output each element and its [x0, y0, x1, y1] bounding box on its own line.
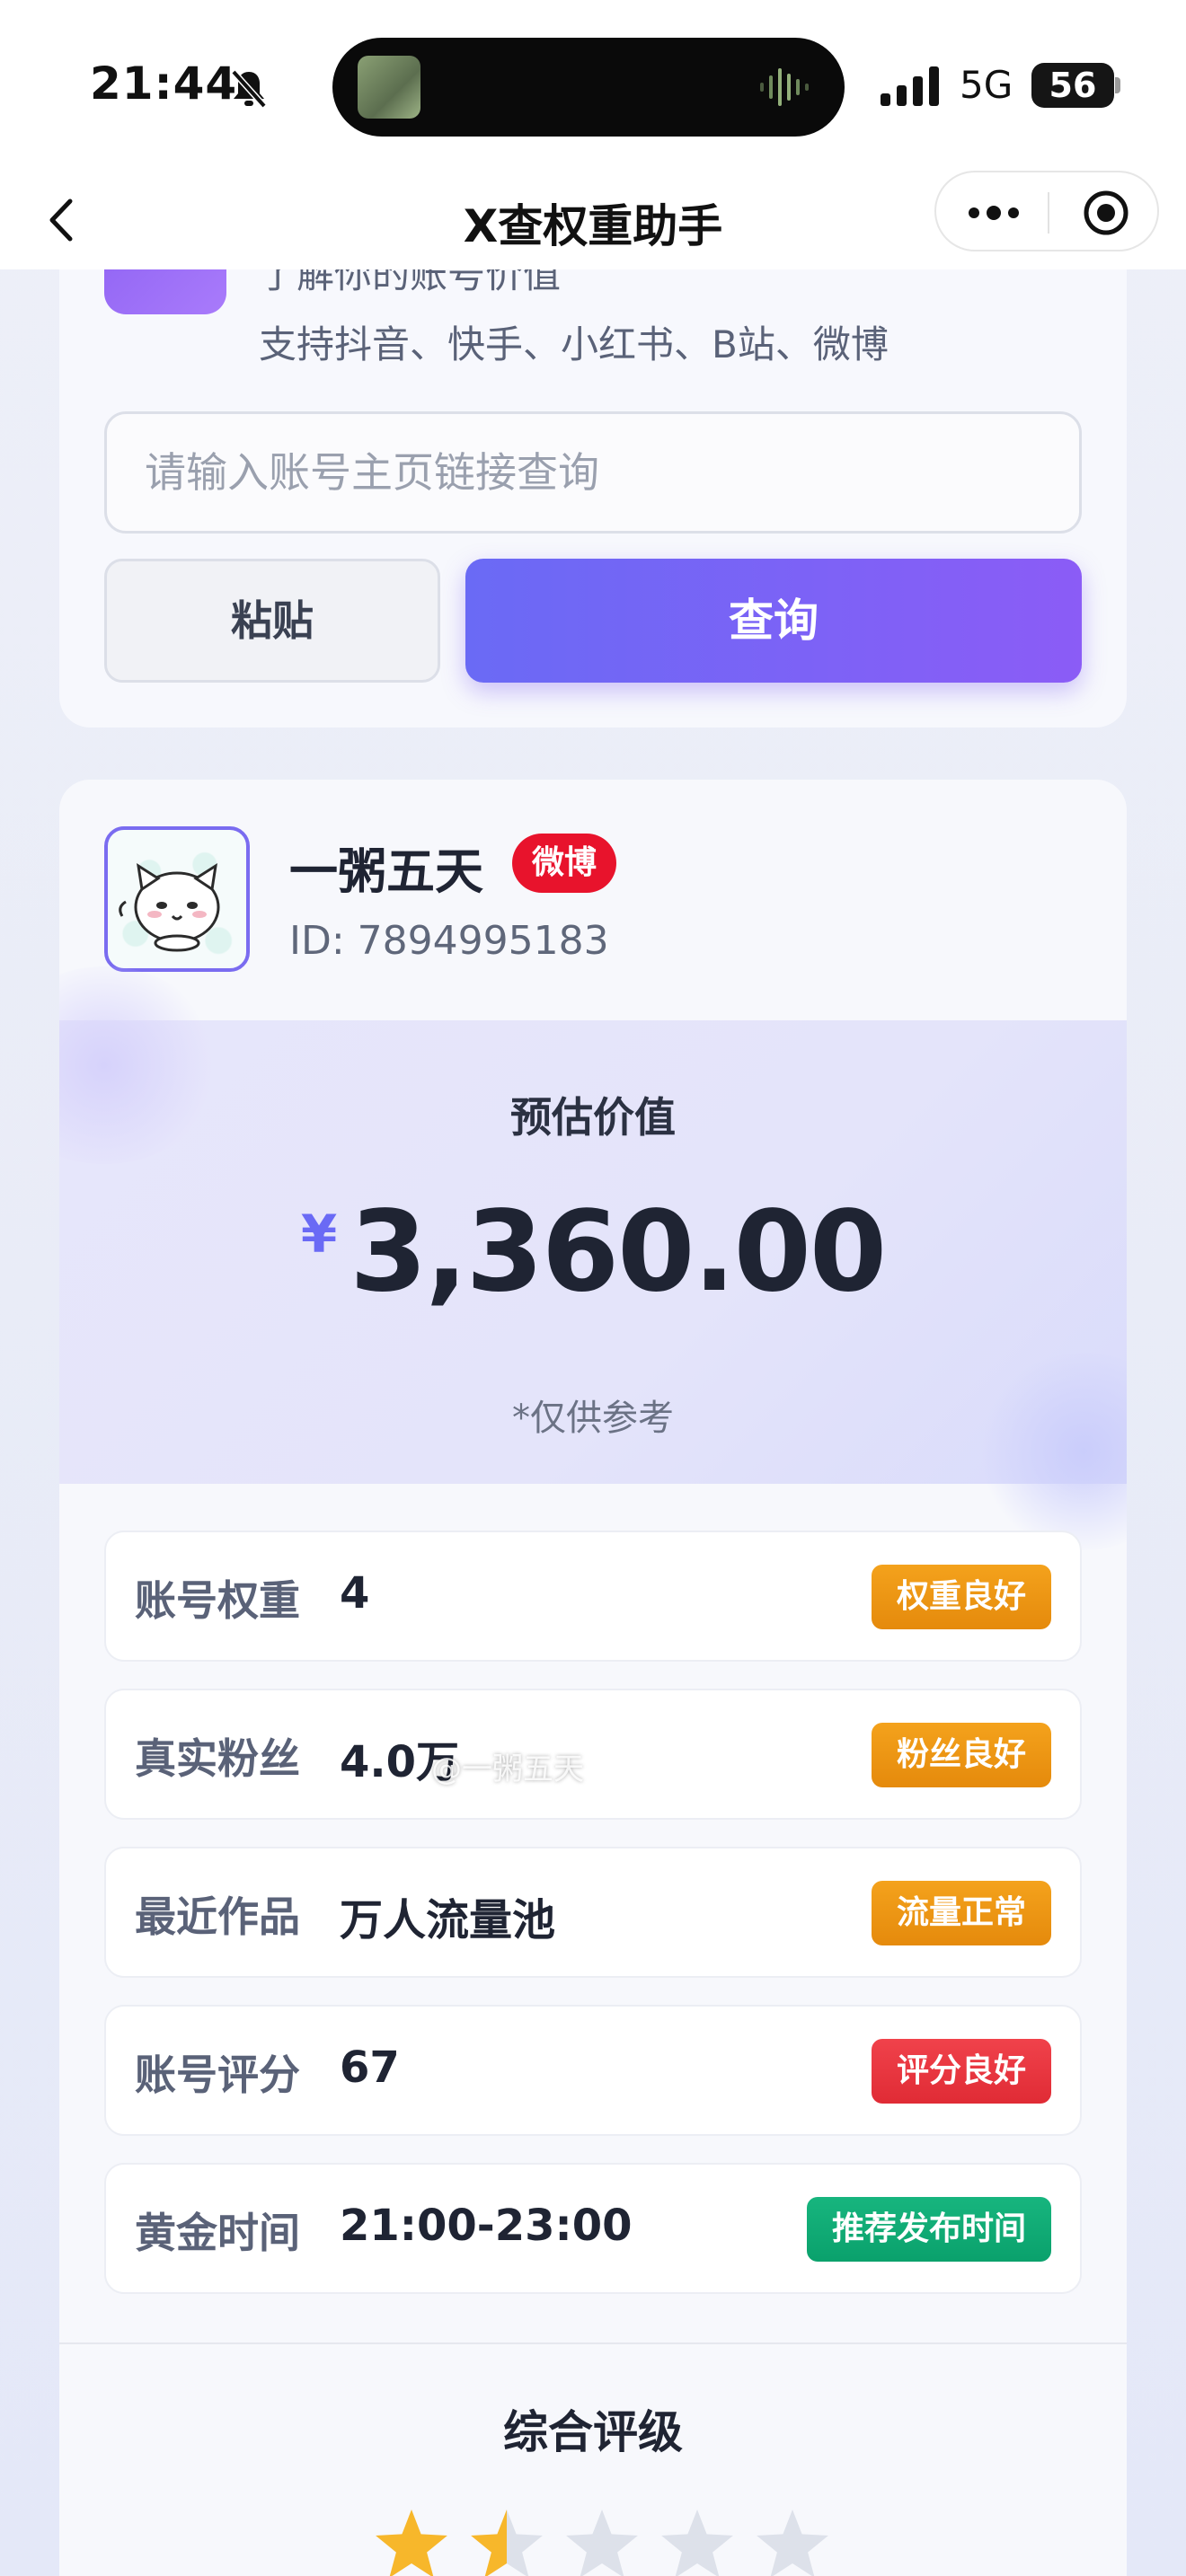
metric-label: 真实粉丝 [135, 1734, 300, 1783]
dynamic-island [332, 38, 845, 137]
app-logo [104, 269, 226, 314]
nav-bar: X查权重助手 [0, 171, 1186, 269]
metric-row-recent-works: 最近作品 万人流量池 流量正常 [104, 1847, 1082, 1978]
mini-program-capsule [934, 171, 1159, 251]
battery-icon: 56 [1031, 63, 1114, 108]
query-card: 了解你的账号价值 支持抖音、快手、小红书、B站、微博 粘贴 查询 [59, 269, 1127, 728]
audio-wave-icon [760, 68, 809, 106]
platform-badge: 微博 [512, 834, 617, 893]
status-bar: 21:44 5G 56 [0, 0, 1186, 171]
currency-symbol: ¥ [300, 1204, 338, 1265]
query-button[interactable]: 查询 [465, 559, 1082, 683]
bell-muted-icon [231, 69, 267, 109]
valuation-amount: 3,360.00 [350, 1187, 887, 1317]
intro-tagline: 了解你的账号价值 [259, 269, 562, 296]
battery-percent: 56 [1049, 66, 1097, 105]
result-card: 一粥五天 微博 ID: 7894995183 预估价值 ¥3,360.00 *仅… [59, 780, 1127, 2576]
metric-value: 21:00-23:00 [340, 2201, 633, 2251]
cat-avatar-icon [119, 862, 220, 952]
metric-value: 67 [340, 2042, 400, 2093]
account-name: 一粥五天 [289, 843, 483, 900]
avatar[interactable] [104, 826, 250, 972]
more-icon[interactable] [965, 199, 1022, 226]
star-icon [471, 2510, 543, 2576]
close-target-icon[interactable] [1082, 189, 1130, 237]
metric-row-fans: 真实粉丝 4.0万 粉丝良好 [104, 1689, 1082, 1820]
intro-platforms: 支持抖音、快手、小红书、B站、微博 [259, 322, 889, 366]
battery-cap [1115, 77, 1120, 93]
link-input[interactable] [104, 411, 1082, 534]
watermark: @一粥五天 [431, 1751, 584, 1787]
star-icon [376, 2510, 447, 2576]
metric-badge: 流量正常 [871, 1881, 1051, 1945]
metric-badge: 推荐发布时间 [806, 2197, 1051, 2262]
metric-badge: 权重良好 [871, 1565, 1051, 1629]
metric-label: 黄金时间 [135, 2209, 300, 2257]
metric-label: 最近作品 [135, 1892, 300, 1941]
metric-value: 4 [340, 1568, 370, 1619]
account-id: ID: 7894995183 [289, 918, 609, 964]
signal-icon [881, 66, 939, 106]
section-divider [59, 2342, 1127, 2344]
rating-stars [376, 2510, 828, 2576]
metric-row-weight: 账号权重 4 权重良好 [104, 1531, 1082, 1662]
metric-badge: 粉丝良好 [871, 1723, 1051, 1787]
metric-badge: 评分良好 [871, 2039, 1051, 2104]
metric-row-golden-time: 黄金时间 21:00-23:00 推荐发布时间 [104, 2163, 1082, 2294]
valuation-amount-row: ¥3,360.00 [59, 1187, 1127, 1317]
island-thumbnail [358, 56, 420, 119]
star-icon [566, 2510, 638, 2576]
metric-label: 账号评分 [135, 2051, 300, 2099]
valuation-note: *仅供参考 [512, 1398, 674, 1439]
star-icon [757, 2510, 828, 2576]
paste-button[interactable]: 粘贴 [104, 559, 440, 683]
metric-row-score: 账号评分 67 评分良好 [104, 2005, 1082, 2136]
network-type: 5G [960, 63, 1013, 107]
metric-value: 万人流量池 [340, 1895, 556, 1945]
valuation-label: 预估价值 [510, 1093, 676, 1142]
rating-title: 综合评级 [503, 2406, 683, 2458]
capsule-divider [1048, 192, 1049, 234]
star-icon [661, 2510, 733, 2576]
status-time: 21:44 [90, 57, 238, 110]
valuation-panel: 预估价值 ¥3,360.00 *仅供参考 [59, 966, 1127, 1550]
decor-glow [976, 1353, 1127, 1550]
metric-label: 账号权重 [135, 1576, 300, 1625]
